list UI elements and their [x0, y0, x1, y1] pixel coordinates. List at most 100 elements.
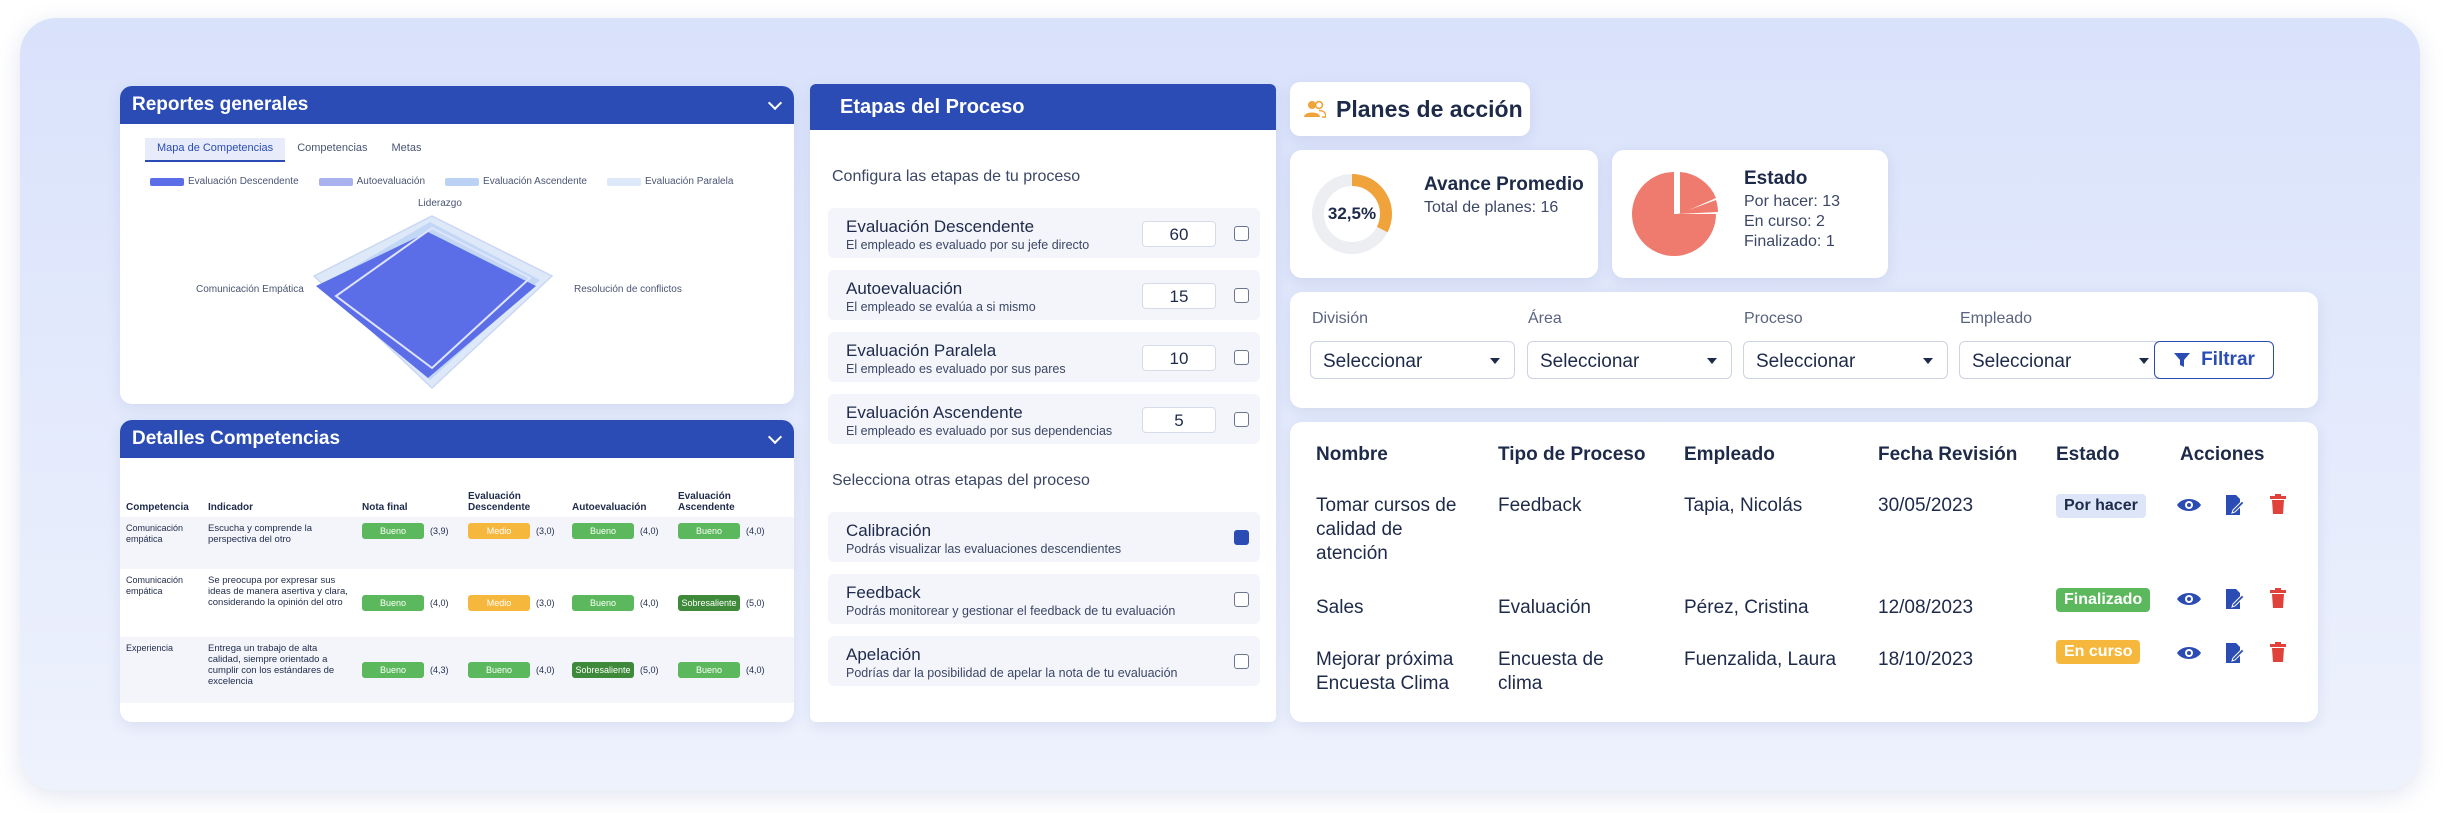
cell-score: Bueno (4,0)	[566, 569, 672, 637]
avance-percent: 32,5%	[1327, 204, 1377, 223]
radar-legend: Evaluación Descendente Autoevaluación Ev…	[150, 176, 733, 187]
delete-icon[interactable]	[2270, 588, 2286, 608]
reportes-card: Reportes generales Mapa de Competencias …	[120, 86, 794, 404]
rating-pill: Sobresaliente	[678, 595, 740, 611]
cell-score: Bueno (4,0)	[566, 517, 672, 569]
reportes-title: Reportes generales	[132, 94, 309, 115]
reportes-tabs: Mapa de Competencias Competencias Metas	[145, 138, 433, 162]
cell-indicador: Escucha y comprende la perspectiva del o…	[202, 517, 356, 569]
otras-etapas-label: Selecciona otras etapas del proceso	[832, 472, 1090, 489]
stage-checkbox[interactable]	[1234, 412, 1249, 427]
avance-title: Avance Promedio	[1424, 174, 1584, 195]
table-header-row: Competencia Indicador Nota final Evaluac…	[120, 475, 794, 517]
cell-fecha: 18/10/2023	[1878, 649, 1974, 670]
stage-checkbox[interactable]	[1234, 530, 1249, 545]
cell-competencia: Comunicación empática	[126, 575, 184, 596]
stage-checkbox[interactable]	[1234, 350, 1249, 365]
division-select[interactable]: Seleccionar	[1310, 341, 1515, 379]
stage-checkbox[interactable]	[1234, 654, 1249, 669]
extra-stage-row: Calibración Podrás visualizar las evalua…	[828, 512, 1260, 562]
chevron-down-icon[interactable]	[767, 95, 783, 111]
stage-title: Apelación	[846, 645, 921, 664]
stage-row: Evaluación Ascendente El empleado es eva…	[828, 394, 1260, 444]
cell-score: Bueno (4,3)	[356, 637, 462, 703]
stage-title: Evaluación Descendente	[846, 217, 1035, 236]
cell-tipo: Encuesta de clima	[1498, 649, 1604, 694]
col-header: Indicador	[208, 502, 254, 513]
estado-en-curso: En curso: 2	[1744, 213, 1825, 230]
edit-icon[interactable]	[2224, 642, 2244, 664]
delete-icon[interactable]	[2270, 642, 2286, 662]
rating-score: (4,0)	[640, 597, 659, 608]
rating-score: (3,0)	[536, 525, 555, 536]
rating-pill: Bueno	[572, 523, 634, 539]
detalles-card: Detalles Competencias Competencia Indica…	[120, 420, 794, 722]
stage-title: Evaluación Paralela	[846, 341, 997, 360]
tab-competencias[interactable]: Competencias	[285, 138, 379, 162]
stage-title: Calibración	[846, 521, 932, 540]
stage-weight-input[interactable]: 10	[1142, 345, 1216, 371]
filtrar-button[interactable]: Filtrar	[2154, 341, 2274, 379]
stage-desc: Podrás monitorear y gestionar el feedbac…	[846, 604, 1176, 618]
legend-item: Autoevaluación	[318, 176, 426, 187]
detalles-header[interactable]: Detalles Competencias	[120, 420, 794, 458]
reportes-header[interactable]: Reportes generales	[120, 86, 794, 124]
rating-pill: Bueno	[362, 523, 424, 539]
tab-mapa-competencias[interactable]: Mapa de Competencias	[145, 138, 286, 162]
edit-icon[interactable]	[2224, 494, 2244, 516]
select-value: Seleccionar	[1756, 351, 1856, 372]
stage-checkbox[interactable]	[1234, 288, 1249, 303]
cell-competencia: Experiencia	[120, 637, 202, 703]
filter-icon	[2174, 353, 2191, 367]
cell-score: Bueno (4,0)	[672, 517, 794, 569]
table-row: Comunicación empática Escucha y comprend…	[120, 517, 794, 569]
status-badge: Finalizado	[2056, 588, 2151, 612]
view-icon[interactable]	[2176, 644, 2202, 662]
stage-weight-input[interactable]: 15	[1142, 283, 1216, 309]
view-icon[interactable]	[2176, 496, 2202, 514]
estado-title: Estado	[1744, 168, 1808, 189]
status-badge: Por hacer	[2056, 494, 2146, 518]
edit-icon[interactable]	[2224, 588, 2244, 610]
planes-title: Planes de acción	[1336, 95, 1523, 122]
table-row: Comunicación empática Se preocupa por ex…	[120, 569, 794, 637]
estado-por-hacer: Por hacer: 13	[1744, 193, 1841, 210]
view-icon[interactable]	[2176, 590, 2202, 608]
stage-weight-input[interactable]: 5	[1142, 407, 1216, 433]
stage-checkbox[interactable]	[1234, 592, 1249, 607]
planes-title-chip: Planes de acción	[1290, 82, 1530, 136]
proceso-select[interactable]: Seleccionar	[1743, 341, 1948, 379]
rating-score: (5,0)	[746, 597, 765, 608]
cell-score: Bueno (4,0)	[672, 637, 794, 703]
app-frame: Reportes generales Mapa de Competencias …	[20, 18, 2420, 790]
rating-pill: Bueno	[572, 595, 634, 611]
rating-pill: Medio	[468, 595, 530, 611]
competencias-table: Competencia Indicador Nota final Evaluac…	[120, 475, 794, 703]
chevron-down-icon[interactable]	[767, 429, 783, 445]
select-value: Seleccionar	[1540, 351, 1640, 372]
etapas-title: Etapas del Proceso	[840, 95, 1025, 118]
cell-score: Medio (3,0)	[462, 569, 566, 637]
legend-label: Autoevaluación	[356, 176, 426, 187]
stage-title: Feedback	[846, 583, 921, 602]
status-badge: En curso	[2056, 640, 2141, 664]
caret-down-icon	[2139, 358, 2149, 364]
cell-score: Bueno (4,0)	[356, 569, 462, 637]
stage-weight-input[interactable]: 60	[1142, 221, 1216, 247]
empleado-select[interactable]: Seleccionar	[1959, 341, 2164, 379]
tab-metas[interactable]: Metas	[380, 138, 434, 162]
area-select[interactable]: Seleccionar	[1527, 341, 1732, 379]
col-header-estado: Estado	[2056, 444, 2120, 465]
cell-indicador: Entrega un trabajo de alta calidad, siem…	[202, 637, 356, 703]
rating-score: (4,0)	[536, 664, 555, 675]
stage-row: Evaluación Descendente El empleado es ev…	[828, 208, 1260, 258]
stage-checkbox[interactable]	[1234, 226, 1249, 241]
stage-title: Autoevaluación	[846, 279, 963, 298]
rating-score: (4,0)	[746, 664, 765, 675]
select-value: Seleccionar	[1323, 351, 1423, 372]
delete-icon[interactable]	[2270, 494, 2286, 514]
avance-total: Total de planes: 16	[1424, 199, 1559, 216]
filters-card: División Área Proceso Empleado Seleccion…	[1290, 292, 2318, 408]
stage-row: Autoevaluación El empleado se evalúa a s…	[828, 270, 1260, 320]
stage-desc: Podrás visualizar las evaluaciones desce…	[846, 542, 1122, 556]
